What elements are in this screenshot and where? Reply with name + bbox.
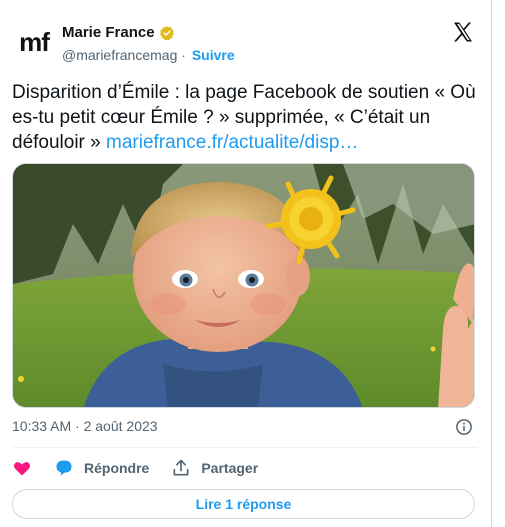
tweet-text: Disparition d’Émile : la page Facebook d… (12, 80, 487, 155)
follow-button[interactable]: Suivre (192, 47, 235, 63)
verified-badge-icon (159, 25, 174, 40)
author-avatar[interactable]: mf (12, 22, 56, 62)
timestamp-row: 10:33 AM · 2 août 2023 (12, 418, 475, 438)
reply-label: Répondre (84, 460, 150, 476)
read-replies-button[interactable]: Lire 1 réponse (12, 489, 475, 519)
separator-dot: · (181, 47, 186, 63)
author-name-row: Marie France (62, 24, 235, 41)
heart-icon (13, 462, 31, 476)
speech-bubble-icon (56, 460, 72, 476)
action-bar: Répondre Partager (12, 456, 280, 480)
author-handle-row: @mariefrancemag · Suivre (62, 47, 235, 63)
tweet-header: mf Marie France @mariefrancemag · Suivre (12, 14, 479, 70)
read-replies-label: Lire 1 réponse (195, 496, 292, 512)
tweet-photo[interactable] (12, 163, 475, 408)
author-name[interactable]: Marie France (62, 24, 155, 41)
tweet-timestamp[interactable]: 10:33 AM · 2 août 2023 (12, 418, 158, 434)
divider (12, 447, 477, 448)
reply-button[interactable]: Répondre (54, 458, 149, 478)
info-icon[interactable] (455, 418, 473, 436)
x-logo-icon[interactable] (451, 20, 475, 44)
share-label: Partager (201, 460, 259, 476)
child-with-dandelion-photo (13, 164, 474, 407)
author-logo-text: mf (19, 26, 50, 57)
share-button[interactable]: Partager (171, 458, 258, 478)
share-arrow-icon (173, 459, 189, 476)
author-info: Marie France @mariefrancemag · Suivre (62, 24, 235, 63)
article-link[interactable]: mariefrance.fr/actualite/disp… (106, 132, 358, 153)
tweet-card: mf Marie France @mariefrancemag · Suivre… (0, 0, 492, 527)
author-handle[interactable]: @mariefrancemag (62, 47, 177, 63)
like-button[interactable] (12, 458, 32, 478)
